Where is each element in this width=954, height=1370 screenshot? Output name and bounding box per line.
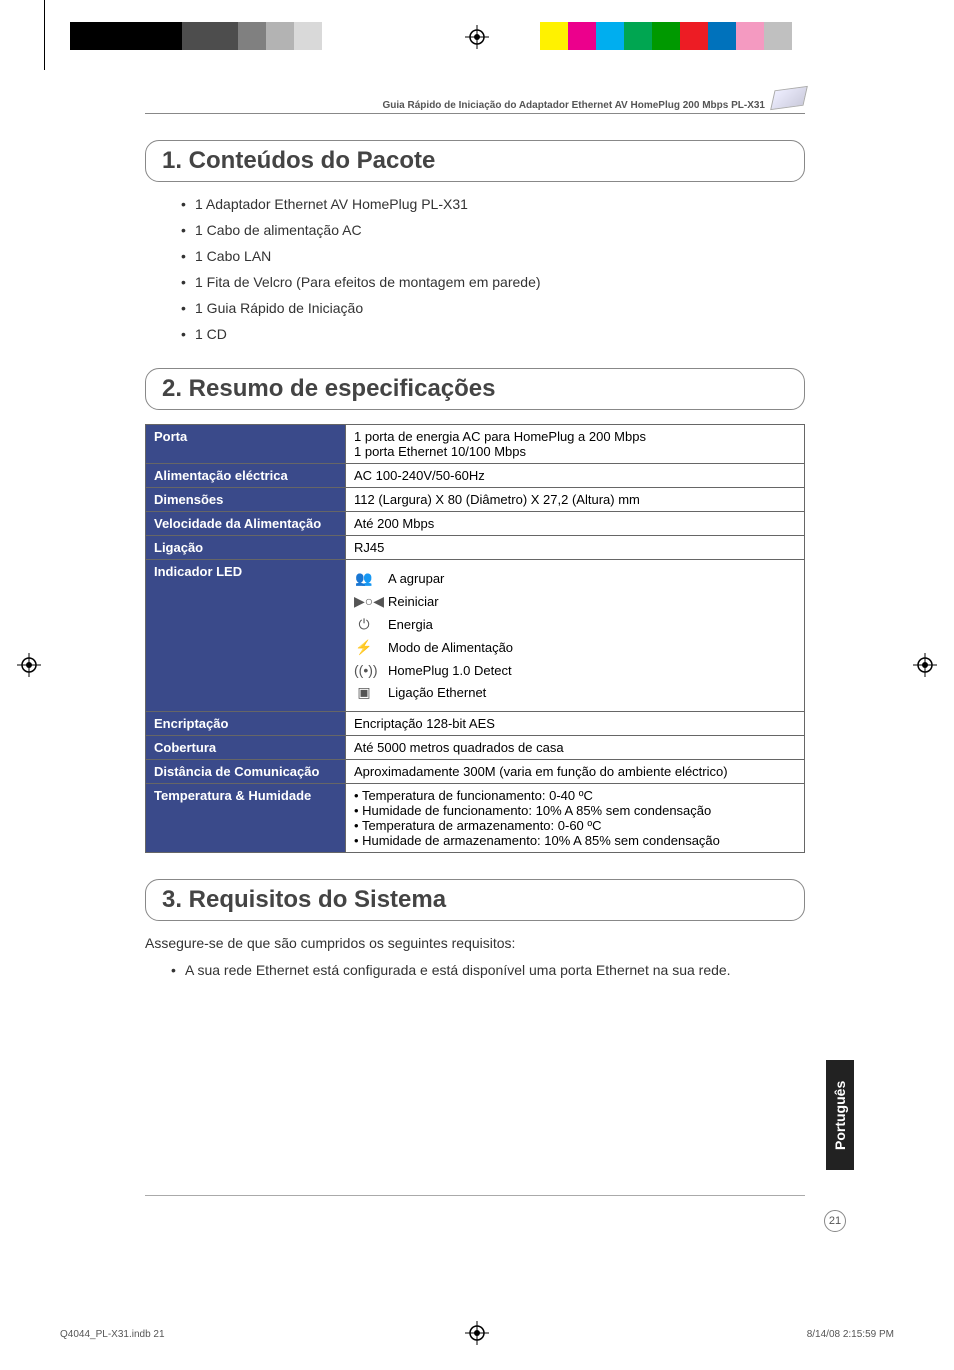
spec-label: Indicador LED [146,560,346,712]
footer-timestamp: 8/14/08 2:15:59 PM [807,1329,894,1340]
table-row: Distância de Comunicação Aproximadamente… [146,760,805,784]
spec-value: Aproximadamente 300M (varia em função do… [346,760,805,784]
led-label: Modo de Alimentação [388,640,513,655]
spec-label: Temperatura & Humidade [146,784,346,853]
table-row: Ligação RJ45 [146,536,805,560]
table-row: Cobertura Até 5000 metros quadrados de c… [146,736,805,760]
spec-value-line: 1 porta de energia AC para HomePlug a 20… [354,429,796,444]
document-title: Guia Rápido de Iniciação do Adaptador Et… [145,100,805,113]
led-label: HomePlug 1.0 Detect [388,663,512,678]
registration-mark-icon [464,1320,490,1346]
registration-mark-icon [912,652,938,678]
system-req-list: A sua rede Ethernet está configurada e e… [145,961,805,981]
table-row: Porta 1 porta de energia AC para HomePlu… [146,425,805,464]
spec-value: • Temperatura de funcionamento: 0-40 ºC … [346,784,805,853]
system-req-intro: Assegure-se de que são cumpridos os segu… [145,935,805,951]
table-row: Velocidade da Alimentação Até 200 Mbps [146,512,805,536]
spec-value: 112 (Largura) X 80 (Diâmetro) X 27,2 (Al… [346,488,805,512]
section-title-text: 2. Resumo de especificações [162,375,788,403]
registration-mark-icon [464,24,490,50]
spec-label: Encriptação [146,712,346,736]
spec-value: Encriptação 128-bit AES [346,712,805,736]
package-contents-list: 1 Adaptador Ethernet AV HomePlug PL-X31 … [145,196,805,342]
spec-value-line: • Humidade de funcionamento: 10% A 85% s… [354,803,796,818]
spec-value-line: • Temperatura de armazenamento: 0-60 ºC [354,818,796,833]
list-item: 1 Cabo LAN [195,248,805,264]
list-item: 1 Guia Rápido de Iniciação [195,300,805,316]
footer-rule [145,1195,805,1196]
table-row: Alimentação eléctrica AC 100-240V/50-60H… [146,464,805,488]
table-row: Indicador LED 👥 A agrupar ▶○◀ Reiniciar ⏻ E… [146,560,805,712]
ethernet-icon: ▣ [354,684,374,701]
spec-value-line: • Humidade de armazenamento: 10% A 85% s… [354,833,796,848]
lightning-icon: ⚡ [354,639,374,656]
list-item: A sua rede Ethernet está configurada e e… [185,961,805,981]
registration-mark-icon [16,652,42,678]
spec-value-line: • Temperatura de funcionamento: 0-40 ºC [354,788,796,803]
table-row: Dimensões 112 (Largura) X 80 (Diâmetro) … [146,488,805,512]
list-item: 1 Adaptador Ethernet AV HomePlug PL-X31 [195,196,805,212]
spec-value: 👥 A agrupar ▶○◀ Reiniciar ⏻ Energia ⚡ Modo d… [346,560,805,712]
spec-label: Distância de Comunicação [146,760,346,784]
section-heading-3: 3. Requisitos do Sistema [145,879,805,921]
led-label: A agrupar [388,571,444,586]
led-label: Reiniciar [388,594,439,609]
printer-colorbar-right [540,22,792,50]
led-label: Energia [388,617,433,632]
reset-icon: ▶○◀ [354,593,374,610]
footer-filename: Q4044_PL-X31.indb 21 [60,1329,165,1340]
group-icon: 👥 [354,570,374,587]
spec-table: Porta 1 porta de energia AC para HomePlu… [145,424,805,853]
cut-mark [44,0,45,70]
spec-value-line: 1 porta Ethernet 10/100 Mbps [354,444,796,459]
spec-value: 1 porta de energia AC para HomePlug a 20… [346,425,805,464]
spec-value: Até 200 Mbps [346,512,805,536]
spec-label: Cobertura [146,736,346,760]
spec-value: RJ45 [346,536,805,560]
spec-label: Ligação [146,536,346,560]
spec-label: Alimentação eléctrica [146,464,346,488]
section-heading-1: 1. Conteúdos do Pacote [145,140,805,182]
printer-colorbar-left [70,22,322,50]
table-row: Temperatura & Humidade • Temperatura de … [146,784,805,853]
page-content: Guia Rápido de Iniciação do Adaptador Et… [145,90,805,989]
page-number: 21 [824,1210,846,1232]
section-heading-2: 2. Resumo de especificações [145,368,805,410]
spec-label: Porta [146,425,346,464]
language-tab: Português [826,1060,854,1170]
section-title-text: 3. Requisitos do Sistema [162,886,788,914]
list-item: 1 Cabo de alimentação AC [195,222,805,238]
spec-label: Velocidade da Alimentação [146,512,346,536]
list-item: 1 CD [195,326,805,342]
table-row: Encriptação Encriptação 128-bit AES [146,712,805,736]
spec-value: Até 5000 metros quadrados de casa [346,736,805,760]
led-label: Ligação Ethernet [388,685,486,700]
running-header: Guia Rápido de Iniciação do Adaptador Et… [145,100,805,114]
spec-value: AC 100-240V/50-60Hz [346,464,805,488]
power-icon: ⏻ [354,616,374,633]
section-title-text: 1. Conteúdos do Pacote [162,147,788,175]
list-item: 1 Fita de Velcro (Para efeitos de montag… [195,274,805,290]
spec-label: Dimensões [146,488,346,512]
signal-icon: ((•)) [354,662,374,678]
